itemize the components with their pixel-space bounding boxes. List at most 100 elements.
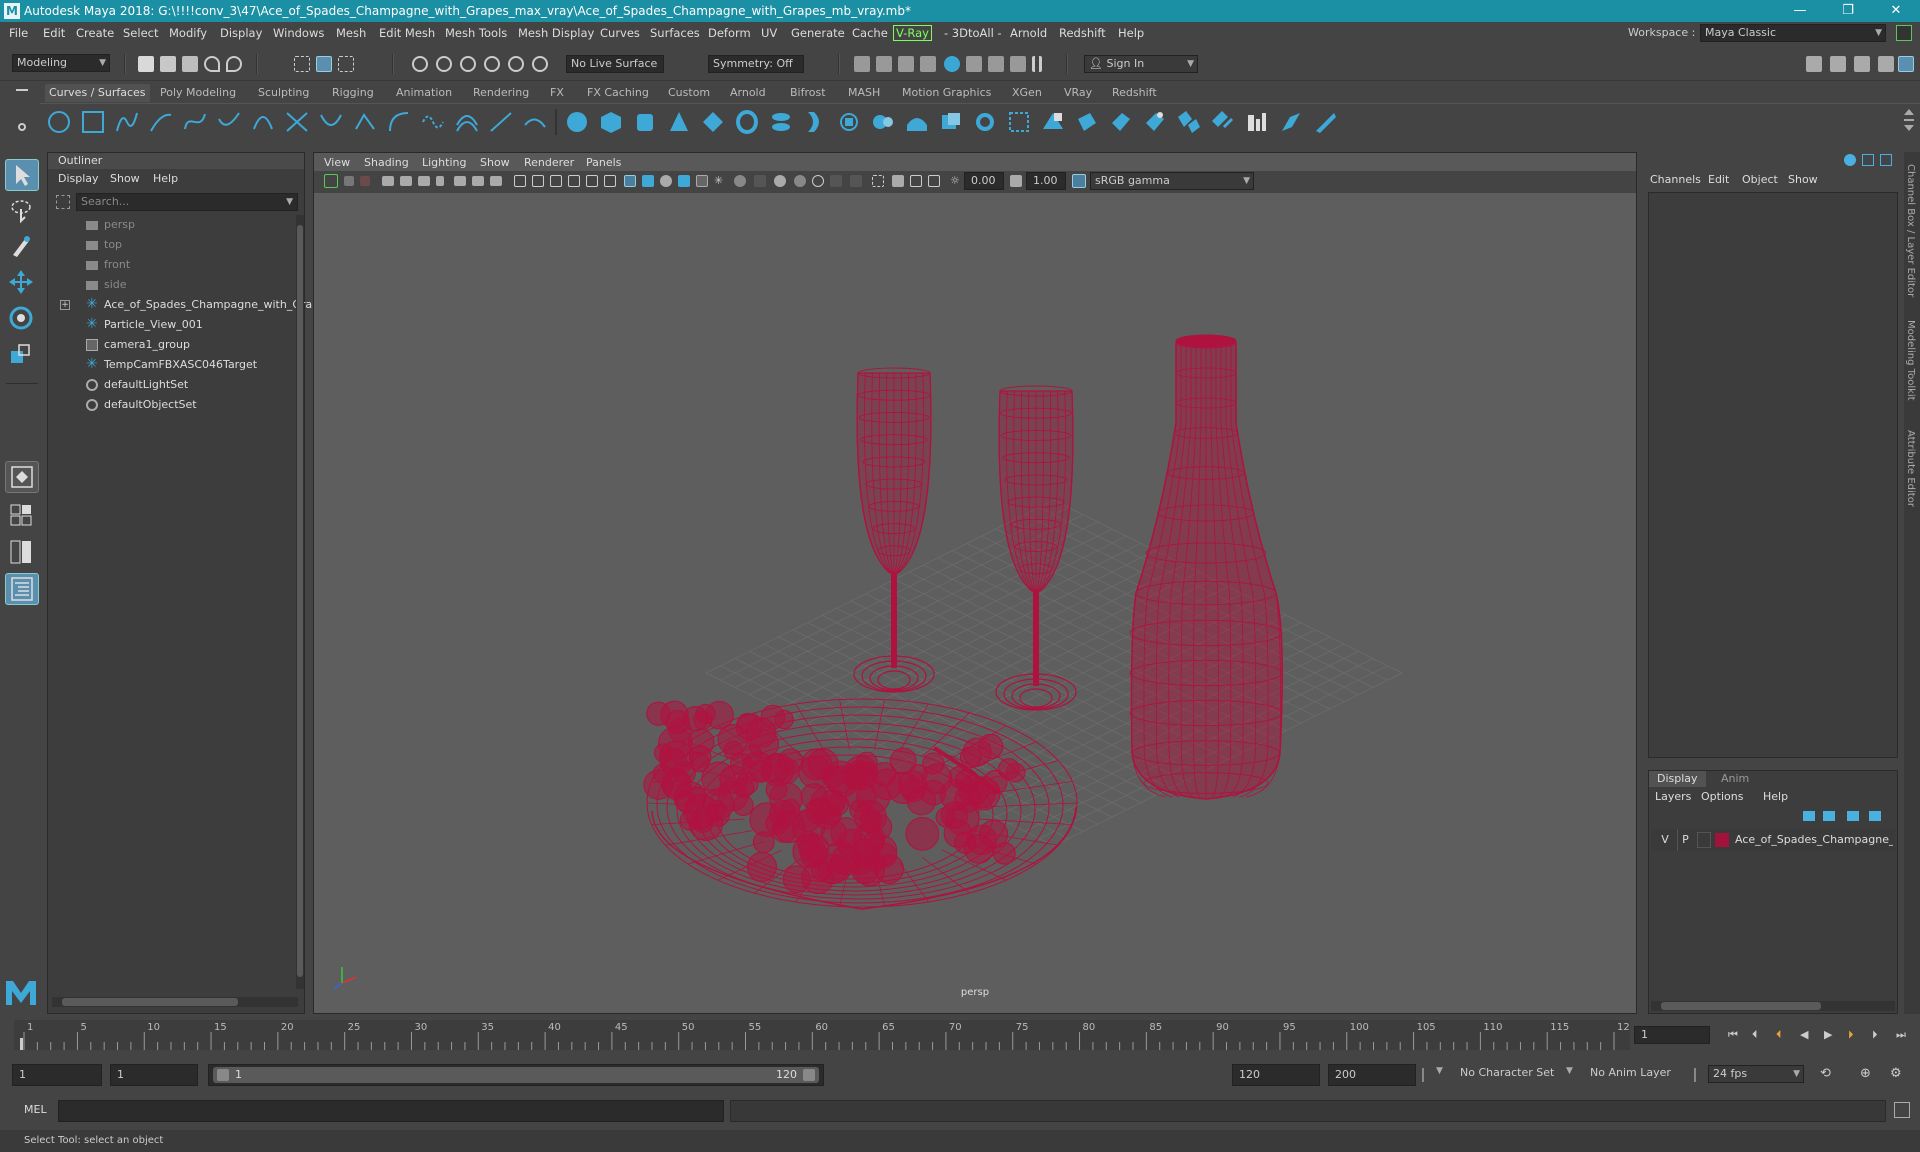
exposure-field[interactable]: 0.00 <box>964 172 1004 190</box>
scrollbar-thumb[interactable] <box>62 998 238 1006</box>
menu-mesh-display[interactable]: Mesh Display <box>518 22 594 44</box>
isolate-select-icon[interactable] <box>734 175 746 187</box>
expand-icon[interactable]: + <box>60 300 70 310</box>
tool-settings-panel-icon[interactable] <box>1880 154 1892 166</box>
single-perspective-layout-icon[interactable] <box>6 462 38 492</box>
offset-curve-icon[interactable] <box>454 109 480 135</box>
select-component-icon[interactable] <box>338 56 354 72</box>
side-tab-modeling-toolkit[interactable]: Modeling Toolkit <box>1905 320 1916 401</box>
shelf-tab-curves-surfaces[interactable]: Curves / Surfaces <box>45 84 150 102</box>
menu-vray[interactable]: V-Ray <box>893 25 932 41</box>
shelf-tab-arnold[interactable]: Arnold <box>726 84 770 102</box>
gamma-field[interactable]: 1.00 <box>1026 172 1066 190</box>
bezier-curve-icon[interactable] <box>182 109 208 135</box>
anim-layer-label[interactable]: No Anim Layer <box>1590 1066 1671 1079</box>
ssao-icon[interactable] <box>850 175 862 187</box>
champagne-glass-left-wireframe[interactable] <box>853 367 935 693</box>
fillet-curve-icon[interactable] <box>352 109 378 135</box>
sign-in-button[interactable]: 👤︎ Sign In ▼ <box>1084 55 1198 73</box>
open-close-surface-icon[interactable] <box>1278 109 1304 135</box>
insert-knot-icon[interactable] <box>522 109 548 135</box>
color-space-dropdown[interactable]: sRGB gamma ▼ <box>1090 172 1254 190</box>
resolution-icon[interactable] <box>910 175 922 187</box>
workspace-dropdown[interactable]: Maya Classic ▼ <box>1700 24 1886 42</box>
channel-box-area[interactable] <box>1648 192 1898 758</box>
filter-icon[interactable] <box>56 195 70 209</box>
shelf-scroll[interactable] <box>1904 109 1914 135</box>
wireframe-icon[interactable] <box>514 175 526 187</box>
menu-mesh[interactable]: Mesh <box>336 22 366 44</box>
resolution-gate-icon[interactable] <box>472 176 484 186</box>
lock-icon[interactable] <box>1896 25 1912 41</box>
scrollbar-thumb[interactable] <box>297 225 303 977</box>
hud-icon[interactable] <box>830 175 842 187</box>
script-editor-icon[interactable] <box>1894 1102 1910 1118</box>
film-gate-icon[interactable] <box>454 176 466 186</box>
menu-set-dropdown[interactable]: Modeling ▼ <box>12 54 110 72</box>
tool-settings-icon[interactable] <box>1878 56 1894 72</box>
layer-row[interactable]: V P Ace_of_Spades_Champagne_w <box>1651 829 1895 851</box>
xray-icon[interactable] <box>696 175 708 187</box>
layer-menu-options[interactable]: Options <box>1701 789 1743 805</box>
minimize-button[interactable]: — <box>1780 0 1820 22</box>
viewport-canvas[interactable]: persp <box>314 193 1636 1013</box>
screen-space-ao-icon[interactable] <box>812 175 824 187</box>
detach-curves-icon[interactable] <box>318 109 344 135</box>
open-scene-icon[interactable] <box>160 56 176 72</box>
menu-display[interactable]: Display <box>220 22 262 44</box>
wireframe-mode-icon[interactable] <box>624 175 636 187</box>
current-time-indicator[interactable] <box>20 1038 23 1050</box>
menu-arnold[interactable]: Arnold <box>1010 22 1047 44</box>
step-forward-icon[interactable]: ⏵ <box>1872 1028 1886 1042</box>
new-layer-selected-icon[interactable] <box>1869 811 1881 821</box>
menu-surfaces[interactable]: Surfaces <box>650 22 700 44</box>
shelf-tab-fx-caching[interactable]: FX Caching <box>583 84 653 102</box>
outliner-search-input[interactable]: Search... ▼ <box>76 193 298 211</box>
align-surfaces-icon[interactable] <box>1244 109 1270 135</box>
save-scene-icon[interactable] <box>182 56 198 72</box>
layer-name[interactable]: Ace_of_Spades_Champagne_w <box>1735 829 1893 851</box>
move-layer-down-icon[interactable] <box>1823 811 1835 821</box>
new-scene-icon[interactable] <box>138 56 154 72</box>
shelf-tab-redshift[interactable]: Redshift <box>1108 84 1161 102</box>
select-tool-icon[interactable] <box>6 160 38 190</box>
menu-uv[interactable]: UV <box>761 22 777 44</box>
new-layer-icon[interactable] <box>1847 811 1859 821</box>
bevel-plus-icon[interactable] <box>938 109 964 135</box>
exposure-icon[interactable] <box>872 175 884 187</box>
time-slider-track[interactable]: 1 5 10 15 20 25 30 35 40 45 50 55 60 65 70 75 80 85 90 95 10… <box>14 1020 1636 1050</box>
extend-curve-icon[interactable] <box>488 109 514 135</box>
extrude-icon[interactable] <box>870 109 896 135</box>
snap-curve-icon[interactable] <box>436 56 452 72</box>
planar-icon[interactable] <box>836 109 862 135</box>
attribute-icon[interactable] <box>1862 154 1874 166</box>
outliner-vertical-scrollbar[interactable] <box>296 215 304 989</box>
animation-start-field[interactable]: 1 <box>12 1064 102 1086</box>
two-view-layout-icon[interactable] <box>5 537 37 567</box>
square-surface-icon[interactable] <box>1006 109 1032 135</box>
layer-reference-toggle[interactable] <box>1697 832 1711 848</box>
current-frame-field[interactable]: 1 <box>1634 1026 1710 1044</box>
grid-toggle-icon[interactable] <box>436 176 444 186</box>
nurbs-cylinder-icon[interactable] <box>632 109 658 135</box>
shelf-tab-mash[interactable]: MASH <box>844 84 884 102</box>
sculpt-geometry-icon[interactable] <box>1312 109 1338 135</box>
shelf-tab-fx[interactable]: FX <box>546 84 568 102</box>
menu-3dtoall[interactable]: - 3DtoAll - <box>944 22 1002 44</box>
lights-icon[interactable]: ✳ <box>714 175 726 187</box>
camera-select-icon[interactable] <box>324 174 338 188</box>
fps-dropdown[interactable]: 24 fps ▼ <box>1708 1065 1804 1083</box>
attach-curves-icon[interactable] <box>284 109 310 135</box>
attribute-editor-icon[interactable] <box>1854 56 1870 72</box>
depth-of-field-icon[interactable] <box>794 175 806 187</box>
undo-icon[interactable] <box>204 56 220 72</box>
snap-vertex-icon[interactable] <box>532 56 548 72</box>
hypershade-icon[interactable] <box>944 56 960 72</box>
pause-icon[interactable] <box>1032 56 1042 72</box>
nurbs-square-icon[interactable] <box>80 109 106 135</box>
vray-vfb-icon[interactable] <box>988 56 1004 72</box>
shelf-menu-icon[interactable] <box>16 89 28 91</box>
anti-aliasing-icon[interactable] <box>774 175 786 187</box>
boundary-icon[interactable] <box>972 109 998 135</box>
scrollbar-thumb[interactable] <box>1661 1002 1821 1010</box>
